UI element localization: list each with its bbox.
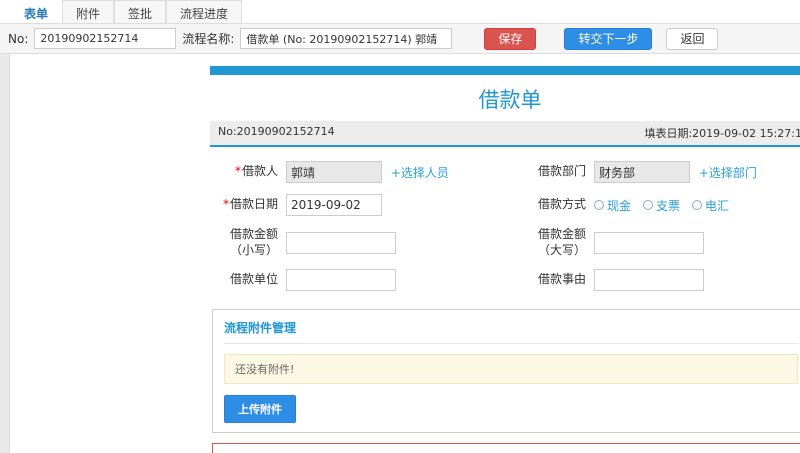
amount-uppercase-cell [594,231,800,254]
tab-sign[interactable]: 签批 [114,0,167,23]
process-name-label: 流程名称: [182,32,235,46]
radio-icon [594,200,604,210]
radio-wire-transfer[interactable]: 电汇 [692,197,729,214]
department-label: 借款部门 [537,164,586,179]
amount-lowercase-cell [286,231,522,254]
loan-date-label: *借款日期 [222,197,278,212]
borrower-input[interactable] [286,161,382,183]
loan-date-input[interactable] [286,194,382,216]
radio-icon [643,200,654,210]
form-meta-bar: No:20190902152714 填表日期:2019-09-02 15:27:… [210,121,800,147]
form-title: 借款单 [478,88,542,112]
back-button[interactable]: 返回 [666,27,719,50]
department-input[interactable] [594,161,690,183]
tab-form[interactable]: 表单 [10,0,63,23]
form-no-text: No:20190902152714 [218,125,335,138]
loan-reason-label: 借款事由 [537,272,586,287]
save-button[interactable]: 保存 [484,27,537,50]
loan-unit-input[interactable] [286,269,396,292]
borrower-label: *借款人 [234,164,278,179]
amount-uppercase-label: 借款金额（大写） [537,227,586,257]
action-toolbar: No: 流程名称: 保存 转交下一步 返回 [0,24,800,54]
loan-reason-cell [594,269,800,292]
select-department-link[interactable]: +选择部门 [699,166,757,180]
loan-form-fields: *借款人 +选择人员 借款部门 +选择部门 *借款日期 借款方式 [210,147,800,307]
tab-progress[interactable]: 流程进度 [166,0,243,23]
form-date-text: 填表日期:2019-09-02 15:27:1 [644,127,800,140]
tab-attachment[interactable]: 附件 [62,0,115,23]
attachment-section: 流程附件管理 还没有附件! 上传附件 [212,309,800,434]
loan-date-cell [286,194,522,216]
panel-top-accent [210,66,800,75]
radio-icon [692,200,703,210]
left-gutter [0,54,10,453]
select-person-link[interactable]: +选择人员 [391,166,449,180]
radio-cash[interactable]: 现金 [594,197,631,214]
payment-method-options: 现金 支票 电汇 [594,197,800,214]
required-asterisk: * [222,197,229,212]
approval-section: 流程签批意见 B I abc A ∞ ⚑ ≣ ≡ ⇤ ⇥ — [212,443,800,453]
amount-uppercase-input[interactable] [594,231,704,254]
process-name-input[interactable] [240,28,453,49]
amount-lowercase-label: 借款金额（小写） [229,227,278,257]
top-tab-bar: 表单 附件 签批 流程进度 [0,0,800,24]
loan-unit-cell [286,269,522,292]
no-label: No: [8,31,29,46]
department-cell: +选择部门 [594,161,800,183]
amount-lowercase-input[interactable] [286,231,396,254]
loan-form-panel: 借款单 No:20190902152714 填表日期:2019-09-02 15… [210,66,800,453]
main-area: 借款单 No:20190902152714 填表日期:2019-09-02 15… [0,54,800,453]
upload-attachment-button[interactable]: 上传附件 [224,395,296,424]
payment-method-label: 借款方式 [537,197,586,212]
attachment-section-title: 流程附件管理 [224,319,798,345]
radio-check[interactable]: 支票 [643,197,680,214]
next-step-button[interactable]: 转交下一步 [564,27,653,50]
loan-reason-input[interactable] [594,269,704,292]
no-input[interactable] [34,28,177,49]
no-attachment-alert: 还没有附件! [224,354,798,385]
required-asterisk: * [234,164,241,179]
loan-unit-label: 借款单位 [229,272,278,287]
borrower-cell: +选择人员 [286,161,522,183]
